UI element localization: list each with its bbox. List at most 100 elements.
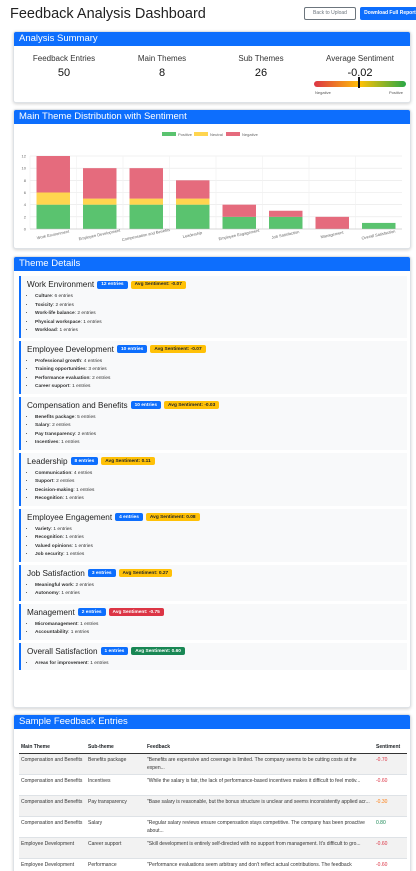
theme-header: Job Satisfaction 3 entries Avg Sentiment… bbox=[27, 567, 407, 580]
sample-feedback-title: Sample Feedback Entries bbox=[14, 715, 410, 729]
sentiment-badge: Avg Sentiment: -0.03 bbox=[164, 401, 220, 409]
x-tick-label: Overall Satisfaction bbox=[361, 229, 396, 241]
theme-block: Overall Satisfaction 1 entries Avg Senti… bbox=[19, 642, 407, 670]
sentiment-cell: -0.60 bbox=[374, 858, 407, 871]
back-to-upload-button[interactable]: Back to Upload bbox=[304, 7, 356, 20]
sub-theme-count: 1 entries bbox=[76, 487, 95, 493]
stat-value: 26 bbox=[254, 67, 268, 79]
sub-theme-item: Career support: 1 entries bbox=[35, 383, 407, 392]
sub-theme-name: Recognition bbox=[35, 535, 63, 540]
sentiment-badge: Avg Sentiment: -0.07 bbox=[150, 345, 206, 353]
sub-theme-item: Valued opinions: 1 entries bbox=[35, 543, 407, 552]
sub-theme-count: 2 entries bbox=[56, 479, 75, 484]
stat-value: 50 bbox=[57, 67, 71, 79]
y-tick-label: 2 bbox=[24, 214, 27, 219]
sub-theme-name: Job security bbox=[35, 552, 64, 557]
sub-theme-item: Decision-making: 1 entries bbox=[35, 487, 407, 496]
sub-theme-count: 1 entries bbox=[72, 384, 91, 389]
y-tick-label: 6 bbox=[24, 190, 27, 195]
sub-theme-name: Pay transparency bbox=[35, 431, 75, 437]
sub-theme-item: Variety: 1 entries bbox=[35, 526, 407, 535]
theme-block: Work Environment 12 entries Avg Sentimen… bbox=[19, 276, 407, 338]
theme-name: Employee Engagement bbox=[27, 512, 113, 522]
sub-theme-name: Areas for improvement bbox=[35, 660, 88, 666]
bar-segment-negative bbox=[222, 204, 256, 217]
sub-theme-list: Variety: 1 entriesRecognition: 1 entries… bbox=[27, 526, 407, 560]
sub-theme-item: Benefits package: 5 entries bbox=[35, 414, 407, 423]
sentiment-badge: Avg Sentiment: -0.75 bbox=[108, 608, 164, 616]
sentiment-cell: -0.30 bbox=[374, 795, 407, 817]
theme-block: Job Satisfaction 3 entries Avg Sentiment… bbox=[19, 564, 407, 601]
sub-theme-cell: Incentives bbox=[86, 774, 145, 796]
table-row: Employee Development Performance "Perfor… bbox=[19, 858, 407, 871]
sub-theme-count: 1 entries bbox=[65, 552, 85, 557]
sub-theme-count: 1 entries bbox=[61, 440, 80, 445]
sub-theme-count: 2 entries bbox=[52, 423, 71, 428]
sub-theme-count: 3 entries bbox=[88, 367, 107, 372]
main-theme-cell: Compensation and Benefits bbox=[19, 795, 86, 817]
legend-swatch bbox=[194, 132, 208, 136]
sub-theme-count: 1 entries bbox=[83, 319, 102, 325]
sentiment-cell: -0.70 bbox=[374, 753, 407, 775]
theme-header: Work Environment 12 entries Avg Sentimen… bbox=[27, 278, 407, 291]
sentiment-marker bbox=[358, 77, 361, 88]
sentiment-badge: Avg Sentiment: 0.27 bbox=[118, 569, 173, 577]
main-theme-cell: Employee Development bbox=[19, 858, 86, 871]
sub-theme-name: Support bbox=[35, 479, 54, 484]
sub-theme-cell: Benefits package bbox=[86, 753, 145, 775]
sub-theme-name: Micromanagement bbox=[35, 621, 78, 627]
sub-theme-name: Culture bbox=[35, 294, 52, 299]
bar-segment-positive bbox=[176, 204, 210, 229]
theme-block: Leadership 8 entries Avg Sentiment: 0.11… bbox=[19, 452, 407, 506]
sub-theme-name: Work-life balance bbox=[35, 311, 75, 316]
legend-label: Negative bbox=[242, 132, 259, 137]
feedback-cell: "Benefits are expensive and coverage is … bbox=[145, 753, 374, 775]
sub-theme-name: Variety bbox=[35, 526, 51, 532]
table-row: Compensation and Benefits Incentives "Wh… bbox=[19, 774, 407, 796]
theme-distribution-card: Main Theme Distribution with Sentiment P… bbox=[13, 109, 411, 249]
sub-theme-item: Job security: 1 entries bbox=[35, 551, 407, 560]
sub-theme-name: Physical workspace bbox=[35, 319, 81, 325]
sub-theme-item: Accountability: 1 entries bbox=[35, 629, 407, 638]
sub-theme-name: Communication bbox=[35, 470, 72, 476]
sub-theme-list: Culture: 6 entriesToxicity: 2 entriesWor… bbox=[27, 293, 407, 336]
sub-theme-item: Recognition: 1 entries bbox=[35, 495, 407, 504]
table-header-row: Main Theme Sub-theme Feedback Sentiment bbox=[19, 741, 407, 754]
entries-badge: 1 entries bbox=[100, 647, 129, 655]
theme-header: Overall Satisfaction 1 entries Avg Senti… bbox=[27, 645, 407, 658]
sub-theme-item: Autonomy: 1 entries bbox=[35, 590, 407, 599]
theme-name: Compensation and Benefits bbox=[27, 400, 128, 410]
sub-theme-count: 1 entries bbox=[74, 543, 93, 549]
theme-details-title: Theme Details bbox=[14, 257, 410, 271]
download-report-button[interactable]: Download Full Report bbox=[360, 7, 416, 20]
x-tick-label: Job Satisfaction bbox=[271, 229, 300, 240]
bar-segment-negative bbox=[176, 180, 210, 199]
analysis-summary-title: Analysis Summary bbox=[14, 32, 410, 46]
sub-theme-count: 1 entries bbox=[53, 526, 72, 532]
feedback-cell: "While the salary is fair, the lack of p… bbox=[145, 774, 374, 796]
sub-theme-list: Meaningful work: 2 entriesAutonomy: 1 en… bbox=[27, 582, 407, 599]
bar-segment-positive bbox=[362, 222, 396, 229]
sub-theme-item: Work-life balance: 2 entries bbox=[35, 310, 407, 319]
y-tick-label: 4 bbox=[24, 202, 27, 207]
y-tick-label: 8 bbox=[24, 178, 27, 183]
sub-theme-count: 1 entries bbox=[65, 496, 84, 501]
entries-badge: 12 entries bbox=[97, 280, 128, 289]
sub-theme-item: Professional growth: 4 entries bbox=[35, 358, 407, 367]
theme-name: Employee Development bbox=[27, 344, 114, 354]
theme-block: Employee Engagement 4 entries Avg Sentim… bbox=[19, 508, 407, 562]
theme-name: Overall Satisfaction bbox=[27, 646, 98, 656]
sub-theme-name: Recognition bbox=[35, 496, 63, 501]
sub-theme-cell: Pay transparency bbox=[86, 795, 145, 817]
sub-theme-list: Micromanagement: 1 entriesAccountability… bbox=[27, 621, 407, 638]
sub-theme-name: Meaningful work bbox=[35, 582, 73, 588]
bar-segment-neutral bbox=[129, 198, 163, 205]
sub-theme-list: Communication: 4 entriesSupport: 2 entri… bbox=[27, 470, 407, 504]
main-theme-cell: Compensation and Benefits bbox=[19, 816, 86, 838]
sub-theme-item: Culture: 6 entries bbox=[35, 293, 407, 302]
sub-theme-name: Decision-making bbox=[35, 487, 74, 493]
main-theme-cell: Employee Development bbox=[19, 837, 86, 859]
sentiment-cell: -0.60 bbox=[374, 774, 407, 796]
stat-label: Main Themes bbox=[137, 54, 187, 63]
sub-theme-item: Incentives: 1 entries bbox=[35, 439, 407, 448]
